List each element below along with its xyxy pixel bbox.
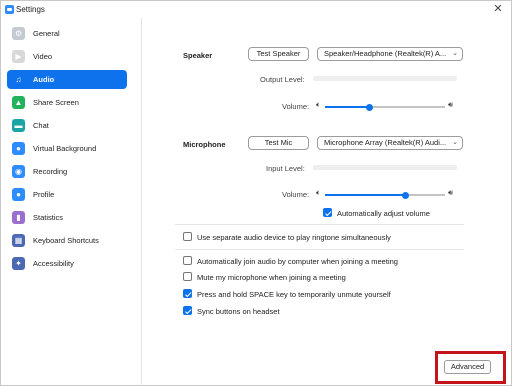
chat-icon-glyph: ▬ <box>14 121 23 130</box>
headphone-icon-glyph: ♫ <box>15 75 22 84</box>
microphone-volume-fill <box>325 194 406 196</box>
sidebar-item-keyboard-shortcuts[interactable]: ▦ Keyboard Shortcuts <box>7 231 127 250</box>
sync-headset-buttons-checkbox[interactable] <box>183 306 192 315</box>
sidebar-item-label: Chat <box>33 121 49 130</box>
speaker-volume-label: Volume: <box>282 102 310 111</box>
recording-icon-glyph: ◉ <box>15 167 22 176</box>
profile-icon-glyph: ● <box>16 190 21 199</box>
auto-join-audio-label: Automatically join audio by computer whe… <box>197 257 398 266</box>
test-mic-button[interactable]: Test Mic <box>248 136 309 150</box>
sidebar-item-profile[interactable]: ● Profile <box>7 185 127 204</box>
microphone-section-label: Microphone <box>183 140 226 149</box>
gear-icon-glyph: ⚙ <box>14 29 23 38</box>
sidebar-item-label: Keyboard Shortcuts <box>33 236 99 245</box>
person-icon-glyph: ● <box>16 144 21 153</box>
sidebar-item-label: Video <box>33 52 53 61</box>
mute-mic-on-join-label: Mute my microphone when joining a meetin… <box>197 273 346 282</box>
auto-adjust-volume-label: Automatically adjust volume <box>337 209 430 218</box>
speaker-device-value: Speaker/Headphone (Realtek(R) A... <box>324 49 447 58</box>
person-icon: ● <box>12 142 25 155</box>
space-to-unmute-label: Press and hold SPACE key to temporarily … <box>197 290 391 299</box>
chevron-down-icon: ⌄ <box>452 50 458 57</box>
sidebar-item-recording[interactable]: ◉ Recording <box>7 162 127 181</box>
sidebar-item-label: Audio <box>33 75 55 84</box>
speaker-section-label: Speaker <box>183 51 213 60</box>
headphone-icon: ♫ <box>12 73 25 86</box>
mute-mic-on-join-checkbox[interactable] <box>183 272 192 281</box>
microphone-volume-handle[interactable] <box>401 191 409 199</box>
volume-high-icon: 🔊︎ <box>448 100 454 109</box>
sidebar-item-label: Profile <box>33 190 55 199</box>
accessibility-icon: ✦ <box>12 257 25 270</box>
gear-icon: ⚙ <box>12 27 25 40</box>
microphone-device-value: Microphone Array (Realtek(R) Audi... <box>324 138 447 147</box>
sidebar-item-label: Virtual Background <box>33 144 97 153</box>
sidebar-item-general[interactable]: ⚙ General <box>7 24 127 43</box>
sidebar-item-label: Accessibility <box>33 259 74 268</box>
volume-low-icon: 🔈︎ <box>316 100 321 109</box>
title-bar: Settings ✕ <box>1 1 511 18</box>
accessibility-icon-glyph: ✦ <box>15 259 22 268</box>
chevron-down-icon: ⌄ <box>452 139 458 146</box>
sidebar-item-label: Recording <box>33 167 68 176</box>
sidebar-item-label: Share Screen <box>33 98 79 107</box>
chat-icon: ▬ <box>12 119 25 132</box>
window-title: Settings <box>16 5 45 14</box>
separate-ringtone-device-label: Use separate audio device to play ringto… <box>197 233 391 242</box>
sync-headset-buttons-label: Sync buttons on headset <box>197 307 280 316</box>
sidebar-item-accessibility[interactable]: ✦ Accessibility <box>7 254 127 273</box>
sidebar-item-virtual-background[interactable]: ● Virtual Background <box>7 139 127 158</box>
auto-join-audio-checkbox[interactable] <box>183 256 192 265</box>
section-divider <box>175 224 464 225</box>
keyboard-icon: ▦ <box>12 234 25 247</box>
audio-settings-panel: Speaker Test Speaker Speaker/Headphone (… <box>142 18 512 386</box>
statistics-icon: ▮ <box>12 211 25 224</box>
sidebar-item-label: General <box>33 29 60 38</box>
sidebar-item-share-screen[interactable]: ▲ Share Screen <box>7 93 127 112</box>
microphone-volume-slider[interactable] <box>325 191 445 199</box>
sidebar-item-label: Statistics <box>33 213 64 222</box>
volume-high-icon: 🔊︎ <box>448 188 454 197</box>
sidebar-item-video[interactable]: ▶ Video <box>7 47 127 66</box>
close-icon[interactable]: ✕ <box>491 2 505 16</box>
input-level-meter <box>313 165 457 170</box>
sidebar-item-chat[interactable]: ▬ Chat <box>7 116 127 135</box>
zoom-app-icon <box>5 5 14 14</box>
sidebar-item-statistics[interactable]: ▮ Statistics <box>7 208 127 227</box>
video-icon-glyph: ▶ <box>15 52 22 61</box>
output-level-label: Output Level: <box>260 75 305 84</box>
sidebar-item-audio[interactable]: ♫ Audio <box>7 70 127 89</box>
speaker-volume-fill <box>325 106 370 108</box>
profile-icon: ● <box>12 188 25 201</box>
settings-window: Settings ✕ ⚙ General ▶ Video ♫ Audio ▲ Share Sc… <box>0 0 512 386</box>
input-level-label: Input Level: <box>266 164 305 173</box>
test-speaker-button[interactable]: Test Speaker <box>248 47 309 61</box>
share-screen-icon-glyph: ▲ <box>14 98 23 107</box>
statistics-icon-glyph: ▮ <box>16 213 21 222</box>
advanced-button[interactable]: Advanced <box>444 360 491 374</box>
microphone-device-select[interactable]: Microphone Array (Realtek(R) Audi... ⌄ <box>317 136 463 150</box>
share-screen-icon: ▲ <box>12 96 25 109</box>
speaker-volume-slider[interactable] <box>325 103 445 111</box>
keyboard-icon-glyph: ▦ <box>14 236 23 245</box>
recording-icon: ◉ <box>12 165 25 178</box>
separate-ringtone-device-checkbox[interactable] <box>183 232 192 241</box>
speaker-volume-handle[interactable] <box>365 103 373 111</box>
speaker-device-select[interactable]: Speaker/Headphone (Realtek(R) A... ⌄ <box>317 47 463 61</box>
space-to-unmute-checkbox[interactable] <box>183 289 192 298</box>
settings-sidebar: ⚙ General ▶ Video ♫ Audio ▲ Share Screen ▬ Chat ● V… <box>1 18 141 386</box>
section-divider <box>175 249 464 250</box>
video-icon: ▶ <box>12 50 25 63</box>
volume-low-icon: 🔈︎ <box>316 188 321 197</box>
microphone-volume-label: Volume: <box>282 190 310 199</box>
output-level-meter <box>313 76 457 81</box>
auto-adjust-volume-checkbox[interactable] <box>323 208 332 217</box>
